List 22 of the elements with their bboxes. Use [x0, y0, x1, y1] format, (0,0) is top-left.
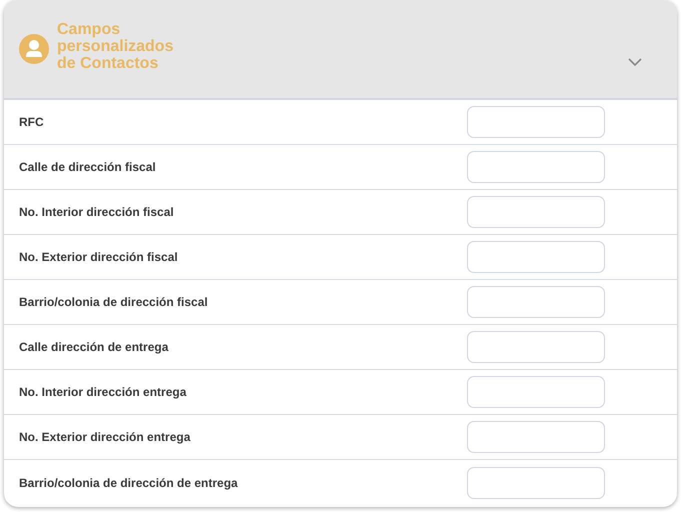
input-field[interactable]	[467, 466, 605, 498]
input-field[interactable]	[467, 106, 605, 138]
field-label: Barrio/colonia de dirección fiscal	[19, 295, 209, 309]
panel-title: Campos personalizados de Contactos	[57, 20, 174, 72]
user-icon	[19, 34, 49, 64]
field-label: Calle de dirección fiscal	[19, 160, 157, 174]
input-field[interactable]	[467, 421, 605, 453]
field-label: RFC	[19, 115, 45, 129]
field-label: No. Exterior dirección fiscal	[19, 250, 179, 264]
input-field[interactable]	[467, 241, 605, 273]
input-field[interactable]	[467, 196, 605, 228]
field-label: No. Interior dirección entrega	[19, 385, 188, 399]
input-field[interactable]	[467, 151, 605, 183]
chevron-icon[interactable]	[628, 58, 642, 67]
input-field[interactable]	[467, 376, 605, 408]
input-field[interactable]	[467, 331, 605, 363]
field-label: Barrio/colonia de dirección de entrega	[19, 476, 239, 490]
field-label: Calle dirección de entrega	[19, 340, 170, 354]
panel-header[interactable]: Campos personalizados de Contactos	[4, 0, 677, 100]
field-label: No. Interior dirección fiscal	[19, 205, 175, 219]
field-label: No. Exterior dirección entrega	[19, 430, 192, 444]
input-field[interactable]	[467, 286, 605, 318]
